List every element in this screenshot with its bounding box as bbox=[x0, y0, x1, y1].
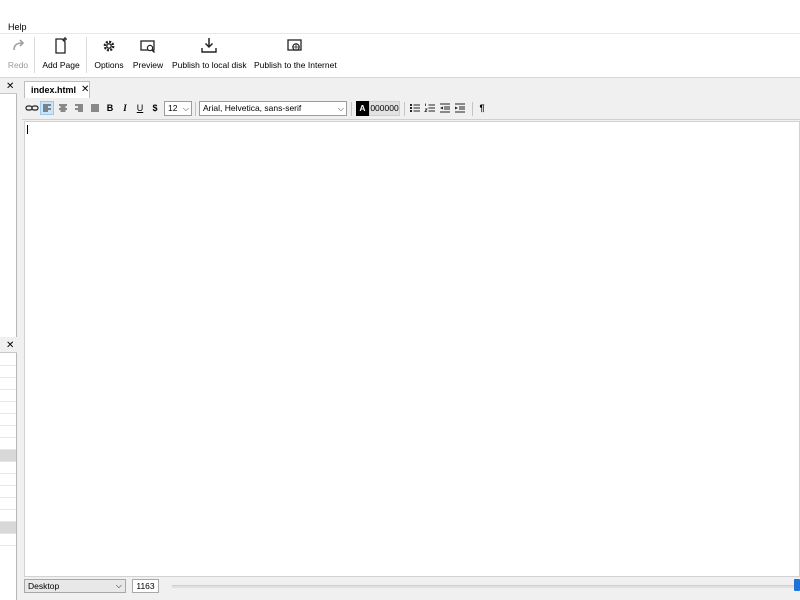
device-select[interactable]: Desktop ⌵ bbox=[24, 579, 126, 593]
list-item[interactable] bbox=[0, 354, 16, 366]
list-item[interactable] bbox=[0, 510, 16, 522]
align-left-button[interactable] bbox=[40, 101, 54, 115]
chevron-down-icon: ⌵ bbox=[337, 104, 344, 113]
publish-internet-label: Publish to the Internet bbox=[254, 60, 337, 70]
document-tab-strip: index.html ✕ bbox=[22, 79, 800, 98]
list-item[interactable] bbox=[0, 402, 16, 414]
bullet-list-button[interactable] bbox=[408, 101, 422, 115]
text-color-button[interactable]: A bbox=[356, 101, 369, 116]
tab-label: index.html bbox=[31, 85, 77, 95]
indent-icon bbox=[455, 103, 465, 113]
close-icon[interactable]: ✕ bbox=[6, 80, 14, 93]
list-item[interactable] bbox=[0, 438, 16, 450]
left-bottom-panel: ✕ bbox=[0, 338, 17, 600]
gear-icon bbox=[103, 40, 115, 52]
align-left-icon bbox=[43, 104, 51, 112]
font-family-select[interactable]: Arial, Helvetica, sans-serif ⌵ bbox=[199, 101, 347, 116]
toolbar-separator bbox=[472, 102, 473, 116]
zoom-slider[interactable] bbox=[172, 585, 794, 588]
align-right-icon bbox=[75, 104, 83, 112]
close-icon[interactable]: ✕ bbox=[81, 84, 89, 95]
publish-local-label: Publish to local disk bbox=[172, 60, 247, 70]
add-page-icon bbox=[55, 37, 67, 54]
redo-icon bbox=[13, 39, 25, 51]
preview-icon bbox=[140, 40, 155, 53]
font-size-select[interactable]: 12 ⌵ bbox=[164, 101, 192, 116]
toolbar-separator bbox=[404, 102, 405, 116]
panel-header: ✕ bbox=[0, 79, 17, 94]
list-item[interactable] bbox=[0, 366, 16, 378]
app-window: Help Redo Add Page Options Preview Publi… bbox=[0, 0, 800, 600]
publish-internet-button[interactable]: Publish to the Internet bbox=[254, 36, 337, 76]
ribbon-separator bbox=[86, 37, 87, 73]
toolbar-separator bbox=[351, 102, 352, 116]
underline-button[interactable]: U bbox=[133, 101, 147, 115]
text-color-value[interactable]: 000000 bbox=[369, 101, 400, 116]
add-page-button[interactable]: Add Page bbox=[40, 36, 82, 76]
menu-bar: Help bbox=[0, 0, 800, 34]
close-icon[interactable]: ✕ bbox=[6, 339, 14, 352]
justify-button[interactable] bbox=[88, 101, 102, 115]
align-center-button[interactable] bbox=[56, 101, 70, 115]
left-top-panel: ✕ bbox=[0, 79, 17, 337]
ribbon-separator bbox=[34, 37, 35, 73]
link-icon bbox=[25, 105, 39, 111]
italic-button[interactable]: I bbox=[118, 101, 132, 115]
list-item[interactable] bbox=[0, 486, 16, 498]
panel-header: ✕ bbox=[0, 338, 17, 353]
toolbar-separator bbox=[195, 102, 196, 116]
bullet-list-icon bbox=[410, 104, 420, 112]
chevron-down-icon: ⌵ bbox=[115, 581, 122, 590]
font-size-value: 12 bbox=[168, 103, 178, 113]
format-toolbar: B I U $ 12 ⌵ Arial, Helvetica, sans-seri… bbox=[22, 98, 800, 120]
list-item[interactable] bbox=[0, 378, 16, 390]
options-label: Options bbox=[94, 60, 124, 70]
list-item[interactable] bbox=[0, 390, 16, 402]
numbered-list-icon bbox=[424, 103, 435, 112]
publish-local-button[interactable]: Publish to local disk bbox=[172, 36, 247, 76]
list-item[interactable] bbox=[0, 474, 16, 486]
font-family-value: Arial, Helvetica, sans-serif bbox=[203, 103, 302, 113]
redo-label: Redo bbox=[7, 60, 29, 70]
text-caret bbox=[27, 125, 28, 134]
bold-button[interactable]: B bbox=[103, 101, 117, 115]
align-center-icon bbox=[59, 104, 67, 112]
options-button[interactable]: Options bbox=[92, 36, 126, 76]
zoom-slider-handle[interactable] bbox=[794, 579, 800, 591]
pilcrow-button[interactable]: ¶ bbox=[475, 101, 489, 115]
indent-button[interactable] bbox=[453, 101, 467, 115]
tab-index-html[interactable]: index.html ✕ bbox=[24, 81, 90, 98]
preview-button[interactable]: Preview bbox=[131, 36, 165, 76]
device-value: Desktop bbox=[28, 581, 60, 591]
width-field[interactable]: 1163 bbox=[132, 579, 159, 593]
list-item[interactable] bbox=[0, 450, 16, 462]
list-item[interactable] bbox=[0, 414, 16, 426]
list-item[interactable] bbox=[0, 522, 16, 534]
align-right-button[interactable] bbox=[72, 101, 86, 115]
link-button[interactable] bbox=[25, 101, 39, 115]
download-icon bbox=[201, 38, 217, 53]
outdent-icon bbox=[440, 103, 450, 113]
status-bar: Desktop ⌵ 1163 bbox=[22, 577, 800, 600]
globe-upload-icon bbox=[287, 39, 302, 51]
strikethrough-button[interactable]: $ bbox=[148, 101, 162, 115]
edit-canvas[interactable] bbox=[24, 121, 800, 577]
ribbon-toolbar: Redo Add Page Options Preview Publish to… bbox=[0, 34, 800, 78]
redo-button[interactable]: Redo bbox=[6, 36, 30, 76]
outdent-button[interactable] bbox=[438, 101, 452, 115]
menu-help[interactable]: Help bbox=[8, 22, 27, 32]
add-page-label: Add Page bbox=[42, 60, 80, 70]
list-item[interactable] bbox=[0, 534, 16, 546]
chevron-down-icon: ⌵ bbox=[182, 104, 189, 113]
list-item[interactable] bbox=[0, 498, 16, 510]
editor-pane: index.html ✕ B I U $ 12 ⌵ Arial, Helveti… bbox=[22, 79, 800, 577]
align-justify-icon bbox=[91, 104, 99, 112]
numbered-list-button[interactable] bbox=[423, 101, 437, 115]
preview-label: Preview bbox=[132, 60, 164, 70]
list-item[interactable] bbox=[0, 426, 16, 438]
list-item[interactable] bbox=[0, 462, 16, 474]
